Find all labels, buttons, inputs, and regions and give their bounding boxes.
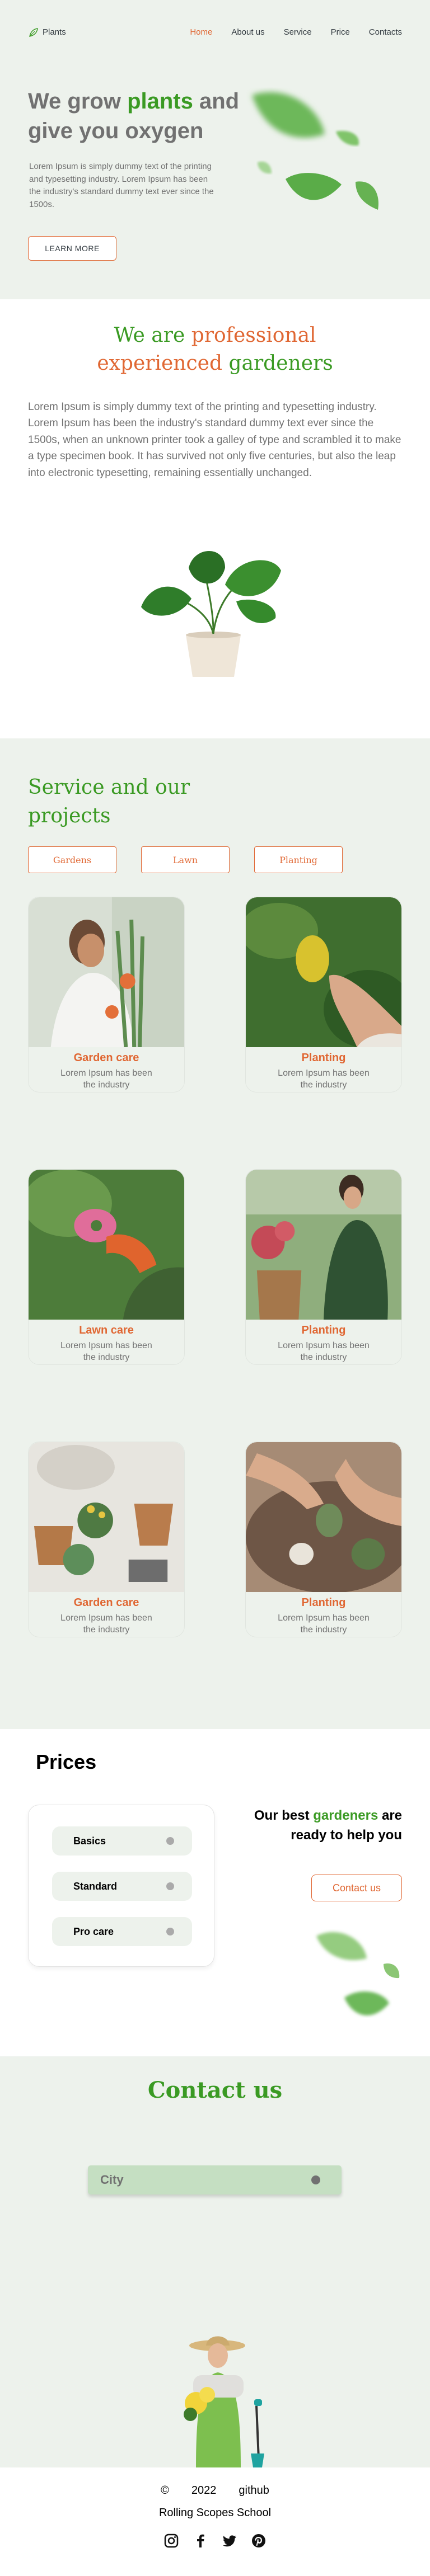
project-card[interactable]: Lawn care Lorem Ipsum has been the indus…: [28, 1169, 185, 1365]
price-item-label: Standard: [73, 1880, 118, 1892]
card-text: Lorem Ipsum has been the industry: [278, 1068, 370, 1090]
planting-gardener-photo: [246, 1170, 401, 1320]
help-text-part: Our best: [254, 1808, 314, 1823]
card-text: Lorem Ipsum has been the industry: [278, 1613, 370, 1635]
price-accordion: Basics Standard Pro care: [28, 1805, 214, 1967]
dot-icon: [311, 2175, 320, 2184]
monstera-plant-image: [141, 551, 281, 677]
about-title-accent: experienced: [97, 352, 222, 375]
pinterest-icon[interactable]: [250, 2532, 268, 2550]
filter-lawn-button[interactable]: Lawn: [141, 846, 230, 873]
leaves-illustration: [252, 92, 378, 210]
facebook-icon[interactable]: [191, 2532, 209, 2550]
card-text: Lorem Ipsum has been the industry: [60, 1613, 152, 1635]
help-text: Our best gardeners are ready to help you: [217, 1806, 402, 1845]
hero-title-part: We grow: [28, 89, 128, 114]
planting-lemon-photo: [246, 897, 401, 1047]
hero-title-accent: plants: [127, 89, 193, 114]
menu-item-home[interactable]: Home: [190, 27, 212, 37]
menu-item-contacts[interactable]: Contacts: [369, 27, 402, 37]
filter-gardens-button[interactable]: Gardens: [28, 846, 116, 873]
hero-title: We grow plants and give you oxygen: [28, 87, 263, 146]
footer-info: © 2022 github: [0, 2484, 430, 2497]
price-item-standard[interactable]: Standard: [52, 1872, 192, 1901]
main-menu: Home About us Service Price Contacts: [190, 27, 402, 37]
filter-planting-button[interactable]: Planting: [254, 846, 343, 873]
planting-cactus-photo: [246, 1442, 401, 1592]
leaf-logo-icon: [29, 27, 38, 37]
github-link[interactable]: github: [239, 2484, 269, 2497]
school-name[interactable]: Rolling Scopes School: [0, 2507, 430, 2520]
services-title: Service and our projects: [28, 776, 190, 828]
about-title-part: gardeners: [222, 352, 333, 375]
copyright-sign: ©: [161, 2484, 169, 2497]
about-section: We are professional experienced gardener…: [0, 299, 430, 738]
price-item-label: Pro care: [73, 1925, 114, 1937]
city-select-value: City: [100, 2173, 124, 2187]
project-card[interactable]: Garden care Lorem Ipsum has been the ind…: [28, 897, 185, 1092]
leaves-illustration: [316, 1932, 400, 2015]
twitter-icon[interactable]: [221, 2532, 239, 2550]
menu-item-about[interactable]: About us: [231, 27, 264, 37]
card-title: Planting: [301, 1324, 346, 1336]
about-title: We are professional experienced gardener…: [0, 322, 430, 378]
about-text: Lorem Ipsum is simply dummy text of the …: [28, 401, 401, 479]
card-text: Lorem Ipsum has been the industry: [60, 1068, 152, 1090]
price-item-label: Basics: [73, 1835, 106, 1847]
hero-text: Lorem Ipsum is simply dummy text of the …: [29, 162, 214, 209]
contact-us-button[interactable]: Contact us: [311, 1875, 402, 1901]
card-title: Planting: [301, 1597, 346, 1609]
contact-title: Contact us: [147, 2077, 283, 2103]
prices-title: Prices: [36, 1750, 97, 1773]
help-text-accent: gardeners: [313, 1808, 378, 1823]
prices-section: Prices Basics Standard Pro care Our best…: [0, 1729, 430, 2056]
project-card[interactable]: Planting Lorem Ipsum has been the indust…: [245, 897, 402, 1092]
header-nav: Plants Home About us Service Price Conta…: [0, 0, 430, 64]
price-item-pro-care[interactable]: Pro care: [52, 1917, 192, 1946]
lawn-care-photo: [29, 1170, 184, 1320]
garden-care-table-photo: [29, 1442, 184, 1592]
about-title-part: We are: [114, 324, 191, 347]
social-links: [0, 2532, 430, 2550]
project-card[interactable]: Planting Lorem Ipsum has been the indust…: [245, 1442, 402, 1637]
contact-section: Contact us City: [0, 2056, 430, 2467]
project-card[interactable]: Planting Lorem Ipsum has been the indust…: [245, 1169, 402, 1365]
garden-care-photo: [29, 897, 184, 1047]
hero-section: Plants Home About us Service Price Conta…: [0, 0, 430, 299]
project-cards: Garden care Lorem Ipsum has been the ind…: [28, 897, 402, 1637]
learn-more-button[interactable]: LEARN MORE: [28, 236, 116, 261]
card-title: Planting: [301, 1052, 346, 1064]
filter-buttons: Gardens Lawn Planting: [28, 846, 343, 873]
project-card[interactable]: Garden care Lorem Ipsum has been the ind…: [28, 1442, 185, 1637]
menu-item-service[interactable]: Service: [284, 27, 312, 37]
dot-icon: [166, 1882, 174, 1890]
footer-year: 2022: [191, 2484, 217, 2497]
logo-text: Plants: [43, 27, 66, 37]
card-text: Lorem Ipsum has been the industry: [60, 1341, 152, 1362]
logo[interactable]: Plants: [28, 27, 66, 38]
menu-item-price[interactable]: Price: [331, 27, 350, 37]
price-item-basics[interactable]: Basics: [52, 1826, 192, 1856]
instagram-icon[interactable]: [162, 2532, 180, 2550]
services-section: Service and our projects Gardens Lawn Pl…: [0, 738, 430, 1729]
card-title: Garden care: [73, 1597, 139, 1609]
dot-icon: [166, 1928, 174, 1935]
card-title: Garden care: [73, 1052, 139, 1064]
about-title-accent: professional: [191, 324, 316, 347]
dot-icon: [166, 1837, 174, 1845]
card-title: Lawn care: [79, 1324, 134, 1336]
city-select[interactable]: City: [88, 2165, 342, 2194]
card-text: Lorem Ipsum has been the industry: [278, 1341, 370, 1362]
gardener-woman-image: [184, 2336, 264, 2467]
footer: © 2022 github Rolling Scopes School: [0, 2467, 430, 2565]
